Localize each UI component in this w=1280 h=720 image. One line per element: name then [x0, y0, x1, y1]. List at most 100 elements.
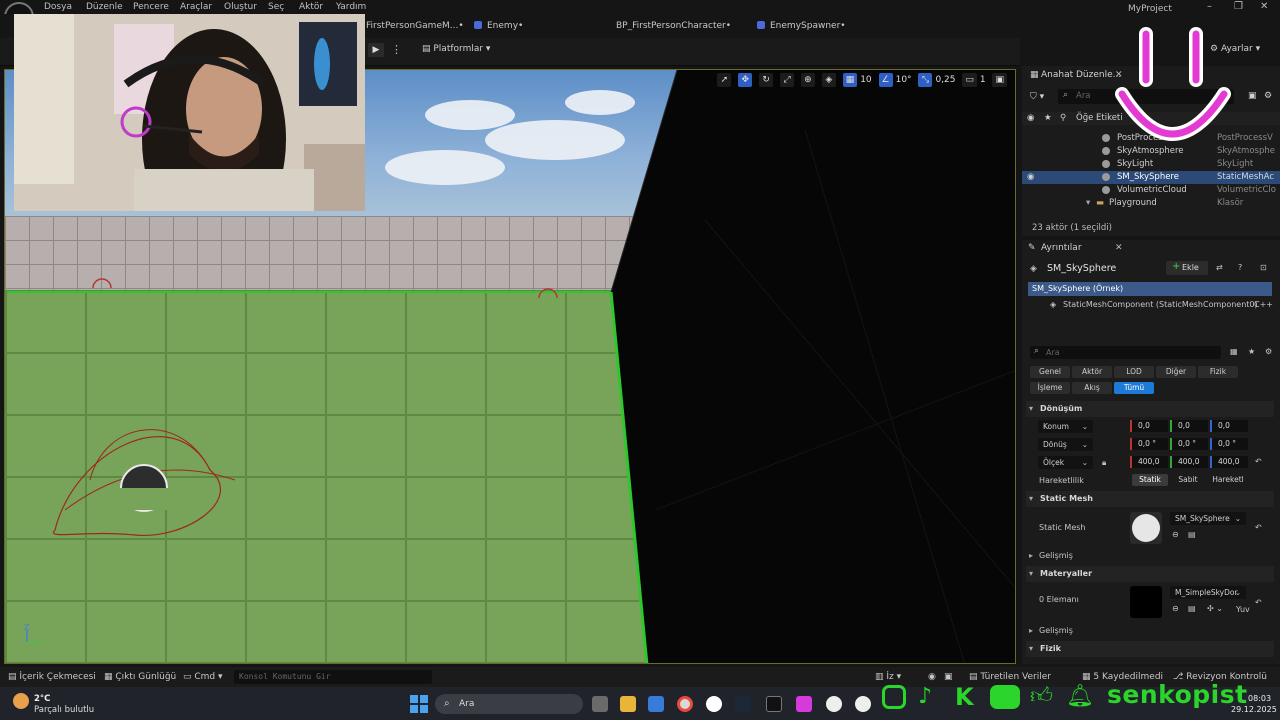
filter-chip-all[interactable]: Tümü	[1114, 382, 1154, 394]
more-options-icon[interactable]: ⋮	[391, 43, 402, 56]
grid-snap-icon[interactable]: ▦	[842, 73, 858, 87]
file-explorer-icon[interactable]	[620, 696, 636, 712]
task-view-icon[interactable]	[592, 696, 608, 712]
advanced-label[interactable]: Gelişmiş	[1039, 551, 1073, 560]
scale-y-field[interactable]: 400,0	[1170, 456, 1208, 468]
reset-icon[interactable]: ↶	[1255, 457, 1262, 466]
weather-description[interactable]: Parçalı bulutlu	[34, 705, 94, 715]
outliner-row-selected[interactable]: ◉ SM_SkySphere StaticMeshAc	[1022, 171, 1280, 184]
instagram-icon[interactable]	[882, 685, 906, 709]
details-search-input[interactable]: ⌕ Ara	[1030, 346, 1221, 359]
platforms-button[interactable]: ▤ Platformlar ▾	[422, 44, 490, 54]
scale-snap-icon[interactable]: ⤡	[918, 73, 933, 87]
windows-start-icon[interactable]	[410, 695, 428, 713]
menu-help[interactable]: Yardım	[336, 2, 366, 12]
browse-icon[interactable]: ▤	[1188, 604, 1196, 613]
outliner-row[interactable]: VolumetricCloud VolumetricClo	[1022, 184, 1280, 197]
trace-button[interactable]: ▥ İz ▾	[875, 672, 901, 682]
actor-name[interactable]: SM_SkySphere	[1047, 263, 1116, 274]
menu-actor[interactable]: Aktör	[299, 2, 323, 12]
scale-mode-icon[interactable]: ⤢	[780, 73, 795, 87]
tab-outliner[interactable]: Anahat Düzenle...	[1041, 70, 1121, 80]
location-dropdown[interactable]: Konum ⌄	[1038, 420, 1093, 433]
tab-game-mode[interactable]: FirstPersonGameM...•	[366, 21, 464, 35]
static-mesh-header[interactable]: Static Mesh	[1026, 491, 1274, 507]
surface-snap-icon[interactable]: ◈	[821, 73, 836, 87]
filter-chip-rendering[interactable]: İşleme	[1030, 382, 1070, 394]
use-selected-icon[interactable]: ⊖	[1172, 530, 1179, 539]
lock-icon[interactable]: ⊡	[1260, 263, 1267, 272]
menu-window[interactable]: Pencere	[133, 2, 169, 12]
reset-icon[interactable]: ↶	[1255, 523, 1262, 532]
rotation-y-field[interactable]: 0,0 °	[1170, 438, 1208, 450]
viewport-layout-icon[interactable]: ▣	[992, 73, 1007, 87]
close-icon[interactable]: ✕	[1260, 1, 1268, 12]
taskbar-search[interactable]: ⌕ Ara	[435, 694, 583, 714]
filter-chip-streaming[interactable]: Akış	[1072, 382, 1112, 394]
select-mode-icon[interactable]: ➚	[717, 73, 732, 87]
filter-chip-physics[interactable]: Fizik	[1198, 366, 1238, 378]
translate-mode-icon[interactable]: ✥	[738, 73, 753, 87]
store-icon[interactable]	[648, 696, 664, 712]
content-drawer-button[interactable]: ▤ İçerik Çekmecesi	[8, 672, 96, 682]
component-label[interactable]: StaticMeshComponent (StaticMeshComponent…	[1063, 300, 1258, 309]
rotate-mode-icon[interactable]: ↻	[759, 73, 774, 87]
outliner-row[interactable]: SkyLight SkyLight	[1022, 158, 1280, 171]
add-folder-icon[interactable]: ▣	[1248, 91, 1257, 101]
tab-enemy[interactable]: Enemy•	[474, 21, 523, 35]
visibility-icon[interactable]: ◉	[1027, 171, 1034, 184]
camera-speed-value[interactable]: 1	[980, 75, 986, 85]
chevron-down-icon[interactable]: ▾	[1086, 197, 1090, 210]
tab-first-person-character[interactable]: BP_FirstPersonCharacter•	[616, 21, 731, 35]
unreal-engine-icon-2[interactable]	[855, 696, 871, 712]
scale-dropdown[interactable]: Ölçek ⌄	[1038, 456, 1093, 469]
derived-data-button[interactable]: ▤ Türetilen Veriler	[969, 672, 1051, 682]
menu-select[interactable]: Seç	[268, 2, 284, 12]
youtube-icon[interactable]	[990, 685, 1020, 709]
instance-row[interactable]: SM_SkySphere (Örnek)	[1028, 282, 1272, 296]
maximize-icon[interactable]: ❐	[1234, 1, 1243, 12]
tab-enemy-spawner[interactable]: EnemySpawner•	[757, 21, 846, 35]
filter-chip-general[interactable]: Genel	[1030, 366, 1070, 378]
filter-chip-actor[interactable]: Aktör	[1072, 366, 1112, 378]
rotation-snap-value[interactable]: 10°	[896, 75, 912, 85]
help-icon[interactable]: ?	[1238, 263, 1242, 272]
location-z-field[interactable]: 0,0	[1210, 420, 1248, 432]
gear-icon[interactable]: ⚙	[1265, 347, 1272, 356]
materials-header[interactable]: Materyaller	[1026, 566, 1274, 582]
minimize-icon[interactable]: –	[1207, 1, 1212, 12]
scale-snap-value[interactable]: 0,25	[935, 75, 955, 85]
rotation-snap-icon[interactable]: ∠	[878, 73, 893, 87]
static-mesh-dropdown[interactable]: SM_SkySphere ⌄	[1170, 512, 1246, 525]
screenshot-icon[interactable]: ▣	[944, 672, 953, 682]
scale-z-field[interactable]: 400,0	[1210, 456, 1248, 468]
lock-icon[interactable]: 🔒︎	[1102, 458, 1106, 468]
use-selected-icon[interactable]: ⊖	[1172, 604, 1179, 613]
favorite-icon[interactable]: ★	[1248, 347, 1255, 356]
unreal-engine-icon[interactable]	[826, 696, 842, 712]
menu-file[interactable]: Dosya	[44, 2, 72, 12]
steam-icon[interactable]	[735, 696, 751, 712]
chevron-right-icon[interactable]: ▸	[1029, 626, 1033, 635]
weather-temperature[interactable]: 2°C	[34, 694, 50, 704]
grid-snap-value[interactable]: 10	[860, 75, 871, 85]
cmd-dropdown[interactable]: ▭ Cmd ▾	[183, 672, 223, 682]
blueprint-icon[interactable]: ⇄	[1216, 263, 1223, 272]
gear-icon[interactable]: ⚙	[1264, 91, 1272, 101]
material-thumbnail[interactable]	[1130, 586, 1162, 618]
tab-details[interactable]: Ayrıntılar	[1041, 243, 1082, 253]
thumbs-up-icon[interactable]: 👍︎	[1030, 685, 1054, 709]
play-button[interactable]: ▶	[368, 43, 384, 57]
console-input[interactable]: Konsol Komutunu Gir	[234, 670, 432, 684]
close-icon[interactable]: ✕	[1115, 243, 1123, 253]
world-space-icon[interactable]: ⊕	[800, 73, 815, 87]
static-mesh-thumbnail[interactable]	[1130, 512, 1162, 544]
tiktok-icon[interactable]: ♪	[918, 685, 942, 709]
transform-header[interactable]: Dönüşüm	[1026, 401, 1274, 417]
rotation-x-field[interactable]: 0,0 °	[1130, 438, 1168, 450]
scale-x-field[interactable]: 400,0	[1130, 456, 1168, 468]
camera-speed-icon[interactable]: ▭	[962, 73, 977, 87]
menu-tools[interactable]: Araçlar	[180, 2, 212, 12]
filter-chip-lod[interactable]: LOD	[1114, 366, 1154, 378]
advanced-label-2[interactable]: Gelişmiş	[1039, 626, 1073, 635]
